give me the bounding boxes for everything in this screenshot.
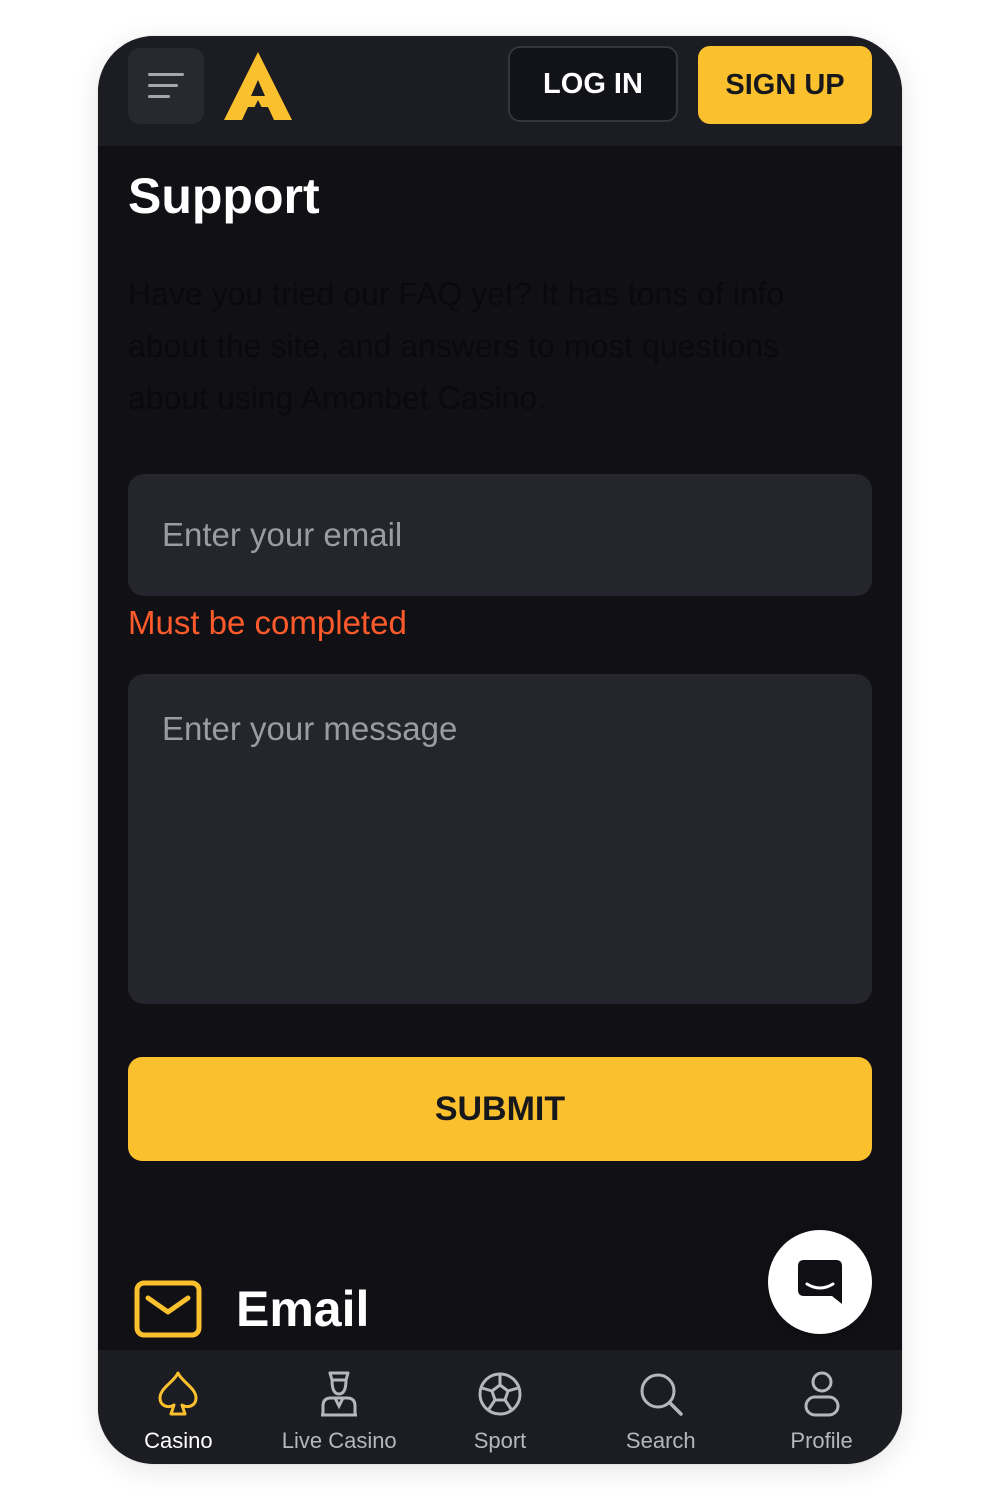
menu-button[interactable] bbox=[128, 48, 204, 124]
hamburger-menu-icon-line bbox=[148, 84, 178, 87]
nav-item-live-casino[interactable]: Live Casino bbox=[259, 1350, 420, 1464]
nav-label: Casino bbox=[144, 1428, 213, 1453]
nav-item-search[interactable]: Search bbox=[580, 1350, 741, 1464]
submit-button[interactable]: SUBMIT bbox=[128, 1057, 872, 1161]
hamburger-menu-icon bbox=[148, 73, 184, 76]
page-title: Support bbox=[128, 168, 320, 224]
search-icon bbox=[640, 1373, 683, 1416]
email-heading: Email bbox=[236, 1281, 370, 1337]
bottom-navigation: Casino Live Casino Sport Search Profile bbox=[98, 1350, 902, 1464]
nav-label: Sport bbox=[473, 1428, 527, 1453]
nav-label: Live Casino bbox=[281, 1428, 397, 1453]
phone-frame: LOG IN SIGN UP Support Have you tried ou… bbox=[98, 36, 902, 1464]
user-icon bbox=[804, 1371, 840, 1417]
message-field[interactable] bbox=[128, 674, 872, 1004]
email-field[interactable] bbox=[128, 474, 872, 596]
nav-item-sport[interactable]: Sport bbox=[420, 1350, 581, 1464]
nav-label: Search bbox=[625, 1428, 696, 1453]
chat-bubble-icon bbox=[798, 1260, 842, 1304]
email-contact-section: Email bbox=[134, 1274, 369, 1344]
faq-description: Have you tried our FAQ yet? It has tons … bbox=[128, 276, 785, 416]
live-chat-button[interactable] bbox=[768, 1230, 872, 1334]
nav-label: Profile bbox=[790, 1428, 853, 1453]
spade-icon bbox=[158, 1371, 198, 1416]
nav-item-profile[interactable]: Profile bbox=[741, 1350, 902, 1464]
brand-a-logo[interactable] bbox=[222, 50, 294, 122]
envelope-icon bbox=[134, 1280, 202, 1338]
signup-button[interactable]: SIGN UP bbox=[698, 46, 872, 124]
soccer-ball-icon bbox=[478, 1372, 522, 1416]
dealer-icon bbox=[321, 1371, 358, 1417]
hamburger-menu-icon-line bbox=[148, 95, 170, 98]
email-error-message: Must be completed bbox=[128, 604, 407, 641]
nav-item-casino[interactable]: Casino bbox=[98, 1350, 259, 1464]
top-header: LOG IN SIGN UP bbox=[98, 36, 902, 146]
login-button[interactable]: LOG IN bbox=[508, 46, 678, 122]
